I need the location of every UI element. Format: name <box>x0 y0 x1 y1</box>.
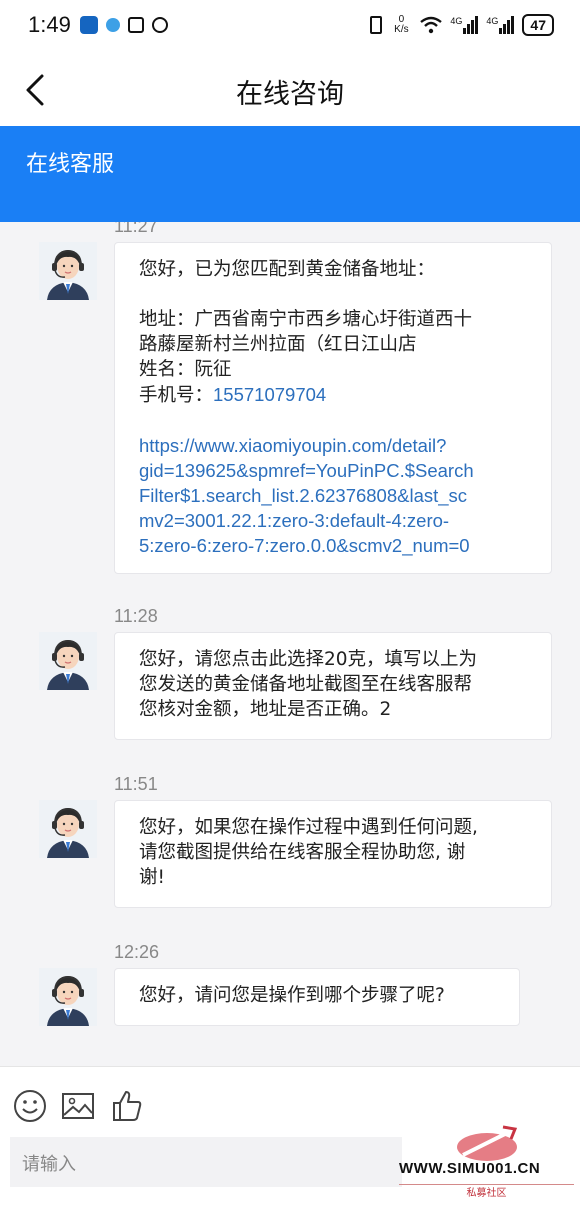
watermark-subtext: 私募社区 <box>466 1188 507 1199</box>
message-time: 11:27 <box>114 222 158 236</box>
message-time: 11:51 <box>114 774 158 794</box>
status-bar: 1:49 0 K/s 4G 4G 47 <box>0 0 580 56</box>
agent-avatar <box>39 968 97 1026</box>
watermark-text: WWW.SIMU001.CN <box>399 1160 541 1177</box>
message-bubble[interactable]: 您好，请问您是操作到哪个步骤了呢? <box>114 968 520 1026</box>
chat-area[interactable]: 11:27 您好，已为您匹配到黄金储备地址： 地址：广西省南宁市西乡塘心圩街道西… <box>0 222 580 1066</box>
signal-4g-2: 4G <box>486 16 515 34</box>
vibrate-icon <box>370 16 383 34</box>
battery-indicator: 47 <box>522 14 554 36</box>
url-link[interactable]: https://www.xiaomiyoupin.com/detail? gid… <box>139 433 527 558</box>
agent-avatar <box>39 242 97 300</box>
message-time: 12:26 <box>114 942 160 962</box>
image-icon[interactable] <box>61 1089 95 1123</box>
agent-avatar <box>39 632 97 690</box>
nfc-icon <box>128 17 144 33</box>
message-bubble[interactable]: 您好，已为您匹配到黄金储备地址： 地址：广西省南宁市西乡塘心圩街道西十 路藤屋新… <box>114 242 552 574</box>
emoji-icon[interactable] <box>13 1089 47 1123</box>
message-bubble[interactable]: 您好，如果您在操作过程中遇到任何问题, 请您截图提供给在线客服全程协助您, 谢 … <box>114 800 552 908</box>
wifi-icon <box>420 16 443 34</box>
message-input[interactable]: 请输入 <box>10 1137 402 1187</box>
watermark: WWW.SIMU001.CN 私募社区 <box>399 1119 574 1199</box>
message-input-placeholder: 请输入 <box>22 1154 76 1175</box>
input-bar: 请输入 WWW.SIMU001.CN 私募社区 <box>0 1066 580 1205</box>
message-bubble[interactable]: 您好，请您点击此选择20克，填写以上为 您发送的黄金储备地址截图至在线客服帮 您… <box>114 632 552 740</box>
service-header: 在线客服 <box>0 126 580 222</box>
agent-avatar <box>39 800 97 858</box>
alarm-icon <box>152 17 168 33</box>
phone-link[interactable]: 15571079704 <box>213 384 326 405</box>
app-notification-icon <box>80 16 98 34</box>
service-header-title: 在线客服 <box>26 152 115 177</box>
status-time: 1:49 <box>28 12 71 37</box>
signal-4g-1: 4G <box>450 16 479 34</box>
page-title: 在线咨询 <box>236 79 344 110</box>
message-time: 11:28 <box>114 606 158 626</box>
thumbs-up-icon[interactable] <box>110 1089 144 1123</box>
browser-notification-icon <box>106 18 120 32</box>
nav-bar: 在线咨询 <box>0 56 580 126</box>
net-speed: 0 K/s <box>394 14 409 35</box>
